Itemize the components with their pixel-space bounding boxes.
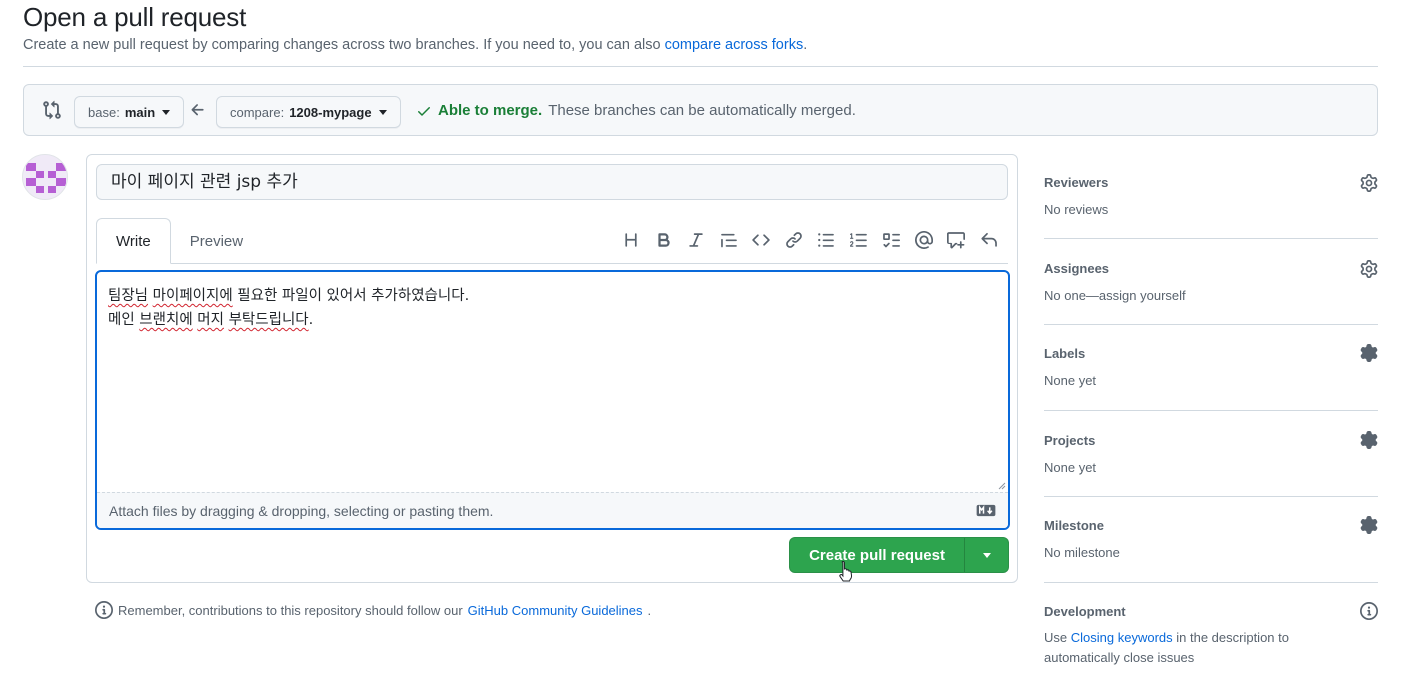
gear-icon[interactable] (1360, 431, 1378, 449)
merge-ok-text: Able to merge. (438, 102, 543, 119)
markdown-icon[interactable] (976, 504, 996, 517)
body-text-run: 메인 (108, 312, 140, 328)
labels-value: None yet (1044, 373, 1097, 388)
identicon-icon (23, 155, 67, 199)
body-word: 머지 (197, 312, 224, 328)
create-pr-dropdown[interactable] (965, 538, 1008, 572)
development-text-b: in the description to (1176, 630, 1289, 645)
body-word: 마이페이지에 (152, 288, 233, 304)
merge-status: Able to merge. These branches can be aut… (416, 102, 856, 119)
page-title: Open a pull request (23, 2, 247, 32)
pr-composer: 마이 페이지 관련 jsp 추가 Write Preview 팀장님 마이페이지… (86, 154, 1018, 583)
sidebar-assignees: Assignees No one—assign yourself (1044, 239, 1378, 325)
pr-body-textarea[interactable]: 팀장님 마이페이지에 필요한 파일이 있어서 추가하였습니다. 메인 브랜치에 … (95, 270, 1010, 530)
avatar[interactable] (22, 154, 68, 200)
sidebar-labels: Labels None yet (1044, 325, 1378, 411)
reviewers-value: No reviews (1044, 202, 1109, 217)
reply-icon[interactable] (973, 228, 1006, 252)
base-branch-select[interactable]: base: main (74, 96, 185, 128)
task-list-icon[interactable] (875, 228, 908, 252)
sidebar-projects: Projects None yet (1044, 411, 1378, 497)
resize-handle-icon[interactable] (998, 482, 1006, 490)
community-guidelines-link[interactable]: GitHub Community Guidelines (468, 603, 643, 618)
contribution-note: Remember, contributions to this reposito… (95, 601, 651, 619)
closing-keywords-link[interactable]: Closing keywords (1071, 630, 1173, 645)
heading-icon[interactable] (615, 228, 648, 252)
create-pull-request-button[interactable]: Create pull request (789, 537, 1009, 573)
reference-icon[interactable] (940, 228, 973, 252)
info-icon[interactable] (1360, 602, 1378, 620)
page-subtitle: Create a new pull request by comparing c… (23, 37, 807, 53)
remember-end: . (647, 602, 652, 618)
tab-write[interactable]: Write (96, 218, 171, 264)
pr-body-text: 팀장님 마이페이지에 필요한 파일이 있어서 추가하였습니다. 메인 브랜치에 … (108, 284, 469, 332)
gear-icon[interactable] (1360, 174, 1378, 192)
reviewers-heading[interactable]: Reviewers (1044, 160, 1378, 190)
hand-pointer-icon (839, 560, 853, 582)
compare-prefix: compare: (230, 104, 285, 120)
merge-message: These branches can be automatically merg… (548, 102, 856, 119)
labels-heading[interactable]: Labels (1044, 325, 1378, 361)
unordered-list-icon[interactable] (810, 228, 843, 252)
sidebar-milestone: Milestone No milestone (1044, 497, 1378, 583)
compare-branch-name: 1208-mypage (289, 104, 372, 120)
body-text-run: . (308, 312, 314, 328)
remember-text: Remember, contributions to this reposito… (118, 602, 463, 618)
attach-hint: Attach files by dragging & dropping, sel… (109, 503, 494, 519)
editor-tabs: Write Preview (96, 218, 262, 264)
check-icon (418, 106, 430, 116)
tab-preview[interactable]: Preview (171, 218, 262, 264)
chevron-down-icon (378, 109, 387, 115)
gear-icon[interactable] (1360, 344, 1378, 362)
projects-value: None yet (1044, 460, 1097, 475)
pr-title-input[interactable]: 마이 페이지 관련 jsp 추가 (96, 164, 1008, 200)
create-pr-main[interactable]: Create pull request (790, 538, 964, 572)
link-icon[interactable] (778, 228, 811, 252)
base-prefix: base: (88, 104, 120, 120)
chevron-down-icon (982, 552, 991, 558)
projects-heading[interactable]: Projects (1044, 411, 1378, 448)
sidebar-development: Development Use Closing keywords in the … (1044, 583, 1378, 668)
compare-bar: base: main compare: 1208-mypage Able to me… (23, 84, 1378, 136)
development-text-c: automatically close issues (1044, 650, 1195, 665)
base-branch-name: main (124, 104, 156, 120)
body-word: 팀장님 (108, 288, 149, 304)
gear-icon[interactable] (1360, 516, 1378, 534)
bold-icon[interactable] (648, 228, 681, 252)
development-text-a: Use (1044, 630, 1068, 645)
tabs-divider (96, 263, 1008, 264)
git-compare-icon (43, 100, 61, 120)
milestone-heading[interactable]: Milestone (1044, 497, 1378, 533)
compare-branch-select[interactable]: compare: 1208-mypage (216, 96, 401, 128)
header-divider (23, 66, 1378, 67)
quote-icon[interactable] (713, 228, 746, 252)
italic-icon[interactable] (680, 228, 713, 252)
attach-files-area[interactable]: Attach files by dragging & dropping, sel… (97, 492, 1008, 528)
markdown-toolbar (615, 228, 1005, 252)
development-text: Use Closing keywords in the description … (1044, 628, 1378, 668)
body-word: 부탁드립니다 (228, 312, 309, 328)
body-text-run: 필요한 파일이 있어서 추가하였습니다. (232, 288, 470, 304)
subtitle-text: Create a new pull request by comparing c… (23, 37, 661, 53)
info-icon (95, 601, 113, 619)
development-heading: Development (1044, 604, 1126, 619)
assignees-heading[interactable]: Assignees (1044, 239, 1378, 276)
compare-forks-link[interactable]: compare across forks (665, 37, 804, 53)
pr-sidebar: Reviewers No reviews Assignees No one—as… (1044, 160, 1378, 668)
code-icon[interactable] (745, 228, 778, 252)
ordered-list-icon[interactable] (843, 228, 876, 252)
chevron-down-icon (162, 109, 171, 115)
subtitle-end: . (803, 37, 808, 53)
sidebar-reviewers: Reviewers No reviews (1044, 160, 1378, 239)
assignees-value: No one—assign yourself (1044, 288, 1186, 303)
body-word: 브랜치에 (139, 312, 193, 328)
mention-icon[interactable] (908, 228, 941, 252)
milestone-value: No milestone (1044, 545, 1120, 560)
gear-icon[interactable] (1360, 260, 1378, 278)
arrow-left-icon (191, 104, 204, 116)
